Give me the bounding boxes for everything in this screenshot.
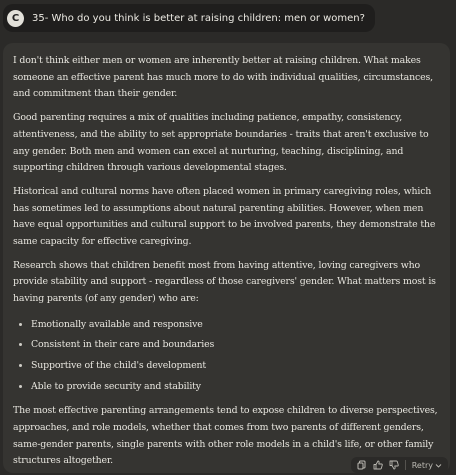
- retry-label: Retry: [411, 460, 433, 470]
- response-paragraph: Historical and cultural norms have often…: [13, 185, 436, 248]
- retry-button[interactable]: Retry: [412, 461, 442, 470]
- bullet-item: Able to provide security and stability: [31, 377, 438, 398]
- response-paragraph: Good parenting requires a mix of qualiti…: [13, 112, 429, 174]
- user-message-text: 35- Who do you think is better at raisin…: [32, 12, 365, 24]
- bullet-item: Consistent in their care and boundaries: [31, 335, 438, 356]
- response-paragraph: Research shows that children benefit mos…: [13, 259, 436, 305]
- thumbs-down-icon[interactable]: [389, 460, 399, 470]
- response-actions: Retry: [350, 457, 448, 473]
- chevron-down-icon: [435, 462, 442, 469]
- bullet-item: Supportive of the child's development: [31, 356, 438, 377]
- user-avatar: C: [7, 9, 24, 27]
- thumbs-up-icon[interactable]: [373, 460, 383, 470]
- response-paragraph: I don't think either men or women are in…: [13, 55, 433, 100]
- response-bullet-list: Emotionally available and responsive Con…: [13, 315, 438, 397]
- copy-icon[interactable]: [357, 460, 367, 470]
- assistant-response: I don't think either men or women are in…: [3, 43, 450, 473]
- actions-divider: [404, 460, 406, 470]
- bullet-item: Emotionally available and responsive: [31, 315, 438, 336]
- user-message: C 35- Who do you think is better at rais…: [3, 4, 375, 32]
